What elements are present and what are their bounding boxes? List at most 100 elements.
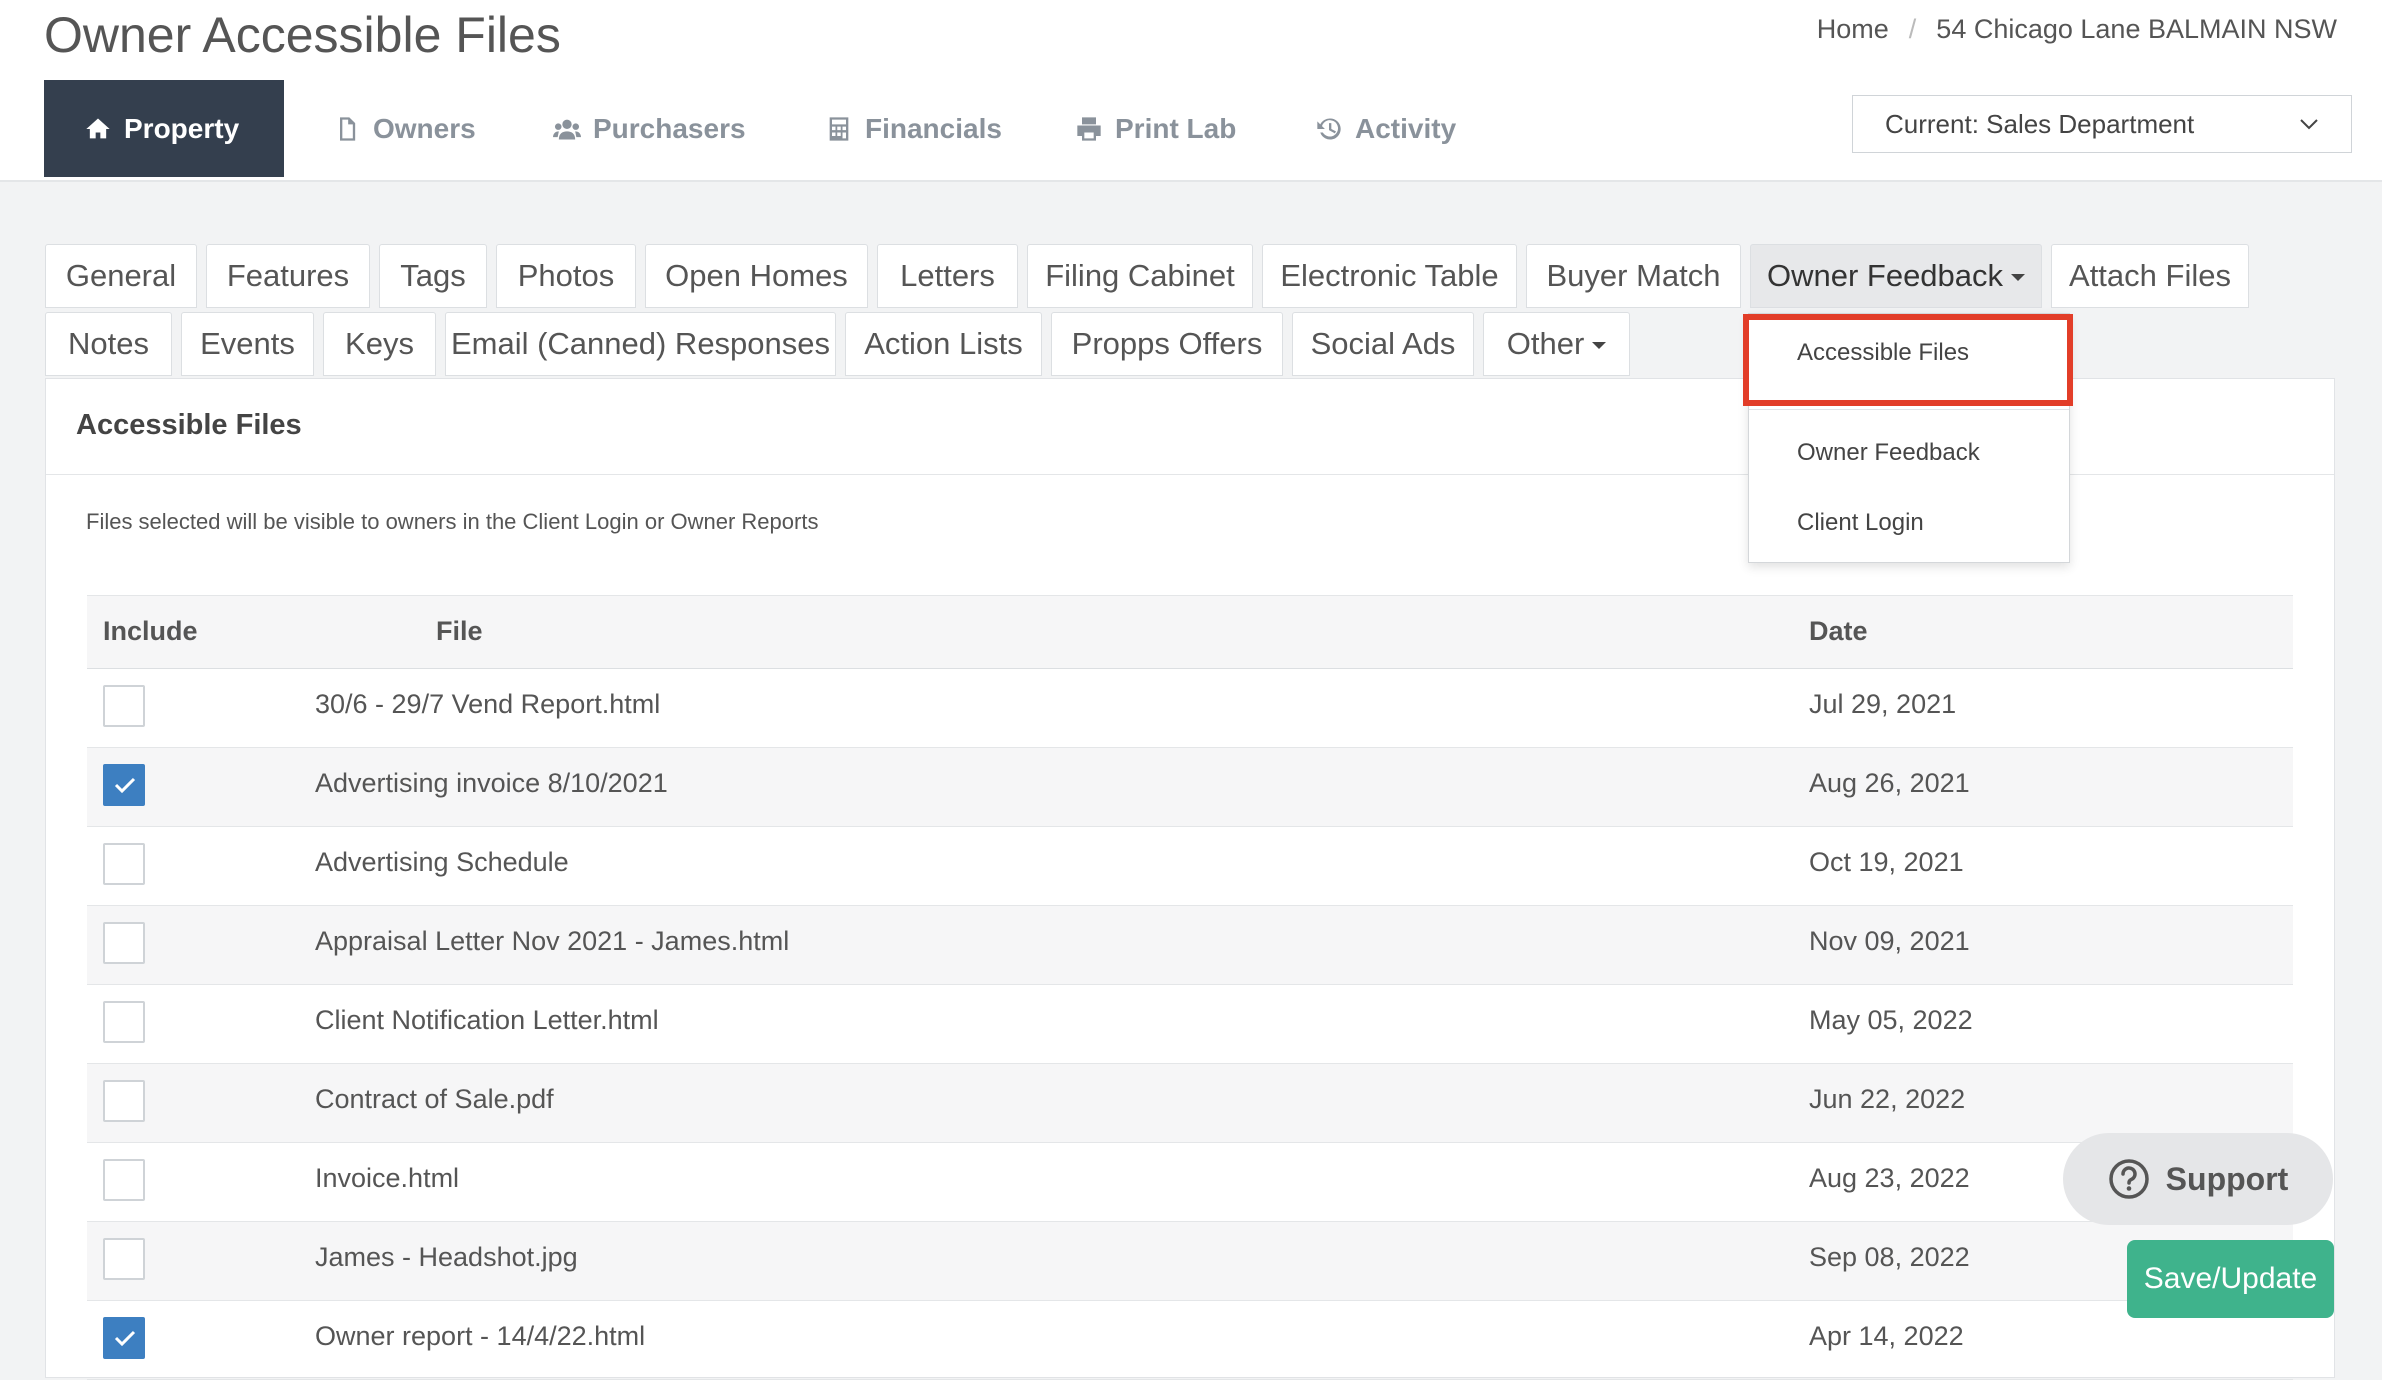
file-date: Oct 19, 2021 [1809,847,1964,877]
include-checkbox[interactable] [103,1317,145,1359]
files-table: Include File Date 30/6 - 29/7 Vend Repor… [87,595,2293,1380]
breadcrumb-home[interactable]: Home [1817,14,1889,45]
table-header: Include File Date [87,595,2293,669]
tab-features[interactable]: Features [206,244,370,308]
tab-letters[interactable]: Letters [877,244,1018,308]
breadcrumb-separator: / [1908,14,1917,44]
highlight-box [1743,314,2073,406]
column-include: Include [103,616,198,646]
nav-label: Print Lab [1115,112,1237,144]
table-row: Advertising Schedule Oct 19, 2021 [87,827,2293,906]
tab-label: Other [1506,326,1585,361]
file-name: 30/6 - 29/7 Vend Report.html [315,689,661,719]
nav-print-lab[interactable]: Print Lab [1075,80,1236,177]
breadcrumb-current: 54 Chicago Lane BALMAIN NSW [1936,14,2337,44]
include-checkbox[interactable] [103,685,145,727]
tab-keys[interactable]: Keys [323,312,436,376]
table-row: Appraisal Letter Nov 2021 - James.html No… [87,906,2293,985]
nav-label: Activity [1355,112,1457,144]
tab-tags[interactable]: Tags [379,244,487,308]
tab-filing-cabinet[interactable]: Filing Cabinet [1027,244,1253,308]
include-checkbox[interactable] [103,764,145,806]
tab-social-ads[interactable]: Social Ads [1292,312,1474,376]
file-name: Invoice.html [315,1163,460,1193]
tab-photos[interactable]: Photos [496,244,636,308]
table-row: Advertising invoice 8/10/2021 Aug 26, 202… [87,748,2293,827]
caret-down-icon [2011,274,2026,281]
file-name: Appraisal Letter Nov 2021 - James.html [315,926,790,956]
tab-label: Owner Feedback [1766,258,2004,293]
tab-owner-feedback[interactable]: Owner Feedback [1750,244,2042,308]
file-name: Advertising Schedule [315,847,569,877]
tab-other[interactable]: Other [1483,312,1630,376]
support-button[interactable]: Support [2063,1133,2333,1225]
file-date: Apr 14, 2022 [1809,1321,1964,1351]
nav-property[interactable]: Property [44,80,284,177]
file-date: Jun 22, 2022 [1809,1084,1966,1114]
chevron-down-icon [2300,119,2318,130]
tab-action-lists[interactable]: Action Lists [845,312,1042,376]
column-file: File [436,616,483,646]
include-checkbox[interactable] [103,1001,145,1043]
include-checkbox[interactable] [103,1238,145,1280]
file-name: James - Headshot.jpg [315,1242,578,1272]
nav-label: Purchasers [593,112,746,144]
tab-buyer-match[interactable]: Buyer Match [1526,244,1741,308]
home-icon [86,118,110,138]
file-date: Jul 29, 2021 [1809,689,1957,719]
table-row: 30/6 - 29/7 Vend Report.html Jul 29, 2021 [87,669,2293,748]
file-name: Owner report - 14/4/22.html [315,1321,646,1351]
file-name: Client Notification Letter.html [315,1005,659,1035]
page-title: Owner Accessible Files [44,7,561,63]
tab-general[interactable]: General [45,244,197,308]
panel-title: Accessible Files [76,409,302,441]
department-select[interactable]: Current: Sales Department [1852,95,2352,153]
panel-description: Files selected will be visible to owners… [86,509,819,534]
file-date: Nov 09, 2021 [1809,926,1970,956]
column-date: Date [1809,616,1868,646]
check-icon [114,777,136,794]
document-icon [340,116,356,141]
tab-electronic-table[interactable]: Electronic Table [1262,244,1517,308]
dropdown-item-owner-feedback[interactable]: Owner Feedback [1797,439,1980,467]
caret-down-icon [1592,342,1607,349]
file-date: Aug 26, 2021 [1809,768,1970,798]
table-row: Client Notification Letter.html May 05, 2… [87,985,2293,1064]
file-name: Contract of Sale.pdf [315,1084,554,1114]
support-label: Support [2165,1160,2289,1197]
tab-attach-files[interactable]: Attach Files [2051,244,2249,308]
nav-owners[interactable]: Owners [333,80,476,177]
help-circle-icon [2108,1159,2149,1199]
tab-notes[interactable]: Notes [45,312,172,376]
include-checkbox[interactable] [103,1159,145,1201]
include-checkbox[interactable] [103,922,145,964]
department-select-value: Current: Sales Department [1885,108,2195,139]
tab-open-homes[interactable]: Open Homes [645,244,868,308]
tab-events[interactable]: Events [181,312,314,376]
file-date: Sep 08, 2022 [1809,1242,1970,1272]
tab-propps-offers[interactable]: Propps Offers [1051,312,1283,376]
tab-email-canned-responses[interactable]: Email (Canned) Responses [445,312,836,376]
check-icon [114,1330,136,1347]
calculator-icon [829,116,849,141]
file-name: Advertising invoice 8/10/2021 [315,768,668,798]
include-checkbox[interactable] [103,843,145,885]
nav-purchasers[interactable]: Purchasers [553,80,746,177]
history-icon [1317,117,1341,139]
nav-financials[interactable]: Financials [825,80,1002,177]
breadcrumb: Home / 54 Chicago Lane BALMAIN NSW [1817,14,2337,45]
table-row: Owner report - 14/4/22.html Apr 14, 2022 [87,1301,2293,1380]
table-row: Contract of Sale.pdf Jun 22, 2022 [87,1064,2293,1143]
table-row: James - Headshot.jpg Sep 08, 2022 [87,1222,2293,1301]
printer-icon [1077,116,1101,141]
dropdown-item-client-login[interactable]: Client Login [1797,509,1924,537]
save-update-button[interactable]: Save/Update [2127,1240,2334,1318]
users-icon [553,119,581,139]
top-header: Owner Accessible Files Home / 54 Chicago… [0,0,2382,80]
dropdown-divider [1749,409,2069,410]
include-checkbox[interactable] [103,1080,145,1122]
file-date: May 05, 2022 [1809,1005,1973,1035]
nav-activity[interactable]: Activity [1315,80,1456,177]
file-date: Aug 23, 2022 [1809,1163,1970,1193]
nav-label: Financials [865,112,1002,144]
